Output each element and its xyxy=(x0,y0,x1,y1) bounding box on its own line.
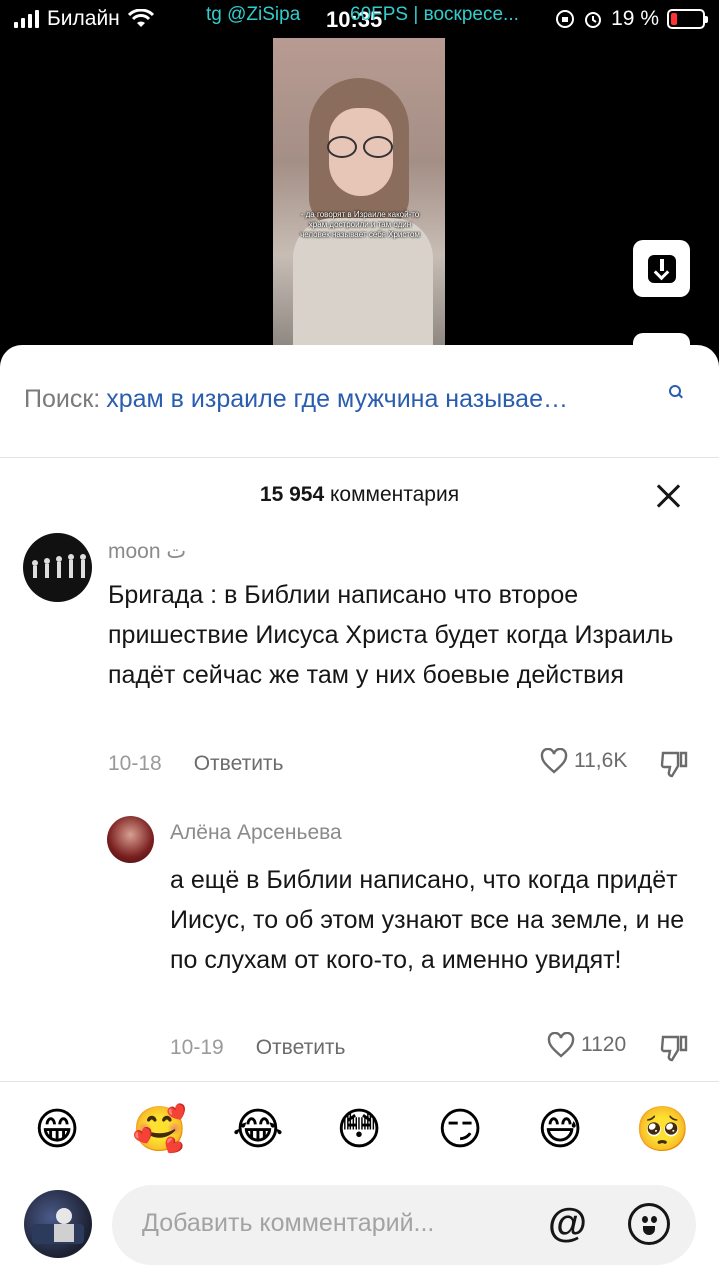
emoji-sweat-smile[interactable]: 😅 xyxy=(534,1104,586,1156)
avatar[interactable] xyxy=(107,816,154,863)
comment-meta: 10-18 Ответить xyxy=(108,752,283,776)
comment-username[interactable]: Алёна Арсеньева xyxy=(170,821,342,845)
evolution-avatar-image xyxy=(32,554,86,578)
emoji-smirk[interactable]: 😏 xyxy=(434,1104,486,1156)
dislike-icon[interactable] xyxy=(660,1034,688,1062)
alarm-icon xyxy=(585,12,602,28)
search-label: Поиск: xyxy=(24,385,101,413)
avatar[interactable] xyxy=(23,533,92,602)
comment-text: Бригада : в Библии написано что второе п… xyxy=(108,581,674,689)
heart-icon xyxy=(547,1032,575,1058)
divider xyxy=(0,457,719,458)
dislike-icon[interactable] xyxy=(660,750,688,778)
emoji-pleading[interactable]: 🥺 xyxy=(635,1104,690,1156)
video-caption: - да говорят в Израиле какой-то храм дос… xyxy=(300,210,420,239)
smile-mouth xyxy=(643,1226,655,1235)
smile-eye xyxy=(651,1216,657,1223)
close-icon[interactable] xyxy=(654,481,684,511)
reply-button[interactable]: Ответить xyxy=(256,1036,346,1060)
search-query[interactable]: храм в израиле где мужчина называе… xyxy=(106,385,568,414)
like-button[interactable]: 11,6K xyxy=(540,748,627,774)
status-left: Билайн xyxy=(14,7,154,31)
comment-meta: 10-19 Ответить xyxy=(170,1036,345,1060)
wifi-icon xyxy=(127,9,154,27)
overlay-fps-text: 60FPS | воскресе... xyxy=(350,4,519,25)
comments-count-number: 15 954 xyxy=(259,483,325,506)
comment-input-row: Добавить комментарий... @ xyxy=(0,1182,719,1280)
comment-date: 10-18 xyxy=(108,752,162,775)
like-count: 1120 xyxy=(581,1033,627,1056)
comment-date: 10-19 xyxy=(170,1036,224,1059)
emoji-tears-of-joy[interactable]: 😂 xyxy=(232,1104,284,1156)
like-button[interactable]: 1120 xyxy=(547,1032,626,1058)
comments-count: 15 954 комментария xyxy=(0,483,719,507)
like-count: 11,6K xyxy=(574,749,628,772)
at-icon[interactable]: @ xyxy=(548,1203,587,1243)
avatar-image xyxy=(32,1208,84,1244)
video-preview[interactable]: - да говорят в Израиле какой-то храм дос… xyxy=(273,38,445,348)
emoji-flushed[interactable]: 😳 xyxy=(333,1104,385,1156)
overlay-channel-text: tg @ZiSipa xyxy=(206,4,301,25)
emoji-hearts[interactable]: 🥰 xyxy=(132,1104,187,1156)
comment-text: а ещё в Библии написано, что когда придё… xyxy=(170,866,685,974)
emoji-grin[interactable]: 😁 xyxy=(31,1104,83,1156)
rotation-lock-icon xyxy=(556,10,575,28)
comment-input-placeholder: Добавить комментарий... xyxy=(142,1209,435,1237)
heart-icon xyxy=(540,748,568,774)
video-glasses xyxy=(327,136,397,158)
search-icon[interactable] xyxy=(669,385,683,399)
battery-percent: 19 % xyxy=(611,7,659,30)
comment-input[interactable]: Добавить комментарий... @ xyxy=(112,1185,696,1265)
battery-fill xyxy=(671,13,677,25)
battery-icon xyxy=(667,9,708,29)
status-right: 19 % xyxy=(555,7,708,31)
carrier-name: Билайн xyxy=(47,7,120,30)
comments-count-label: комментария xyxy=(329,483,460,506)
status-bar: Билайн tg @ZiSipa 10:35 60FPS | воскресе… xyxy=(0,0,719,40)
my-avatar[interactable] xyxy=(24,1190,92,1258)
smile-icon[interactable] xyxy=(628,1203,670,1245)
comment-username[interactable]: moon ت xyxy=(108,539,186,564)
search-suggestion[interactable]: Поиск: храм в израиле где мужчина называ… xyxy=(24,385,568,414)
signal-icon xyxy=(14,10,39,28)
reply-button[interactable]: Ответить xyxy=(194,752,284,776)
download-icon xyxy=(647,254,676,283)
download-button[interactable] xyxy=(633,240,690,297)
emoji-quick-bar: 😁 🥰 😂 😳 😏 😅 🥺 xyxy=(0,1082,719,1182)
smile-eye xyxy=(642,1216,648,1223)
